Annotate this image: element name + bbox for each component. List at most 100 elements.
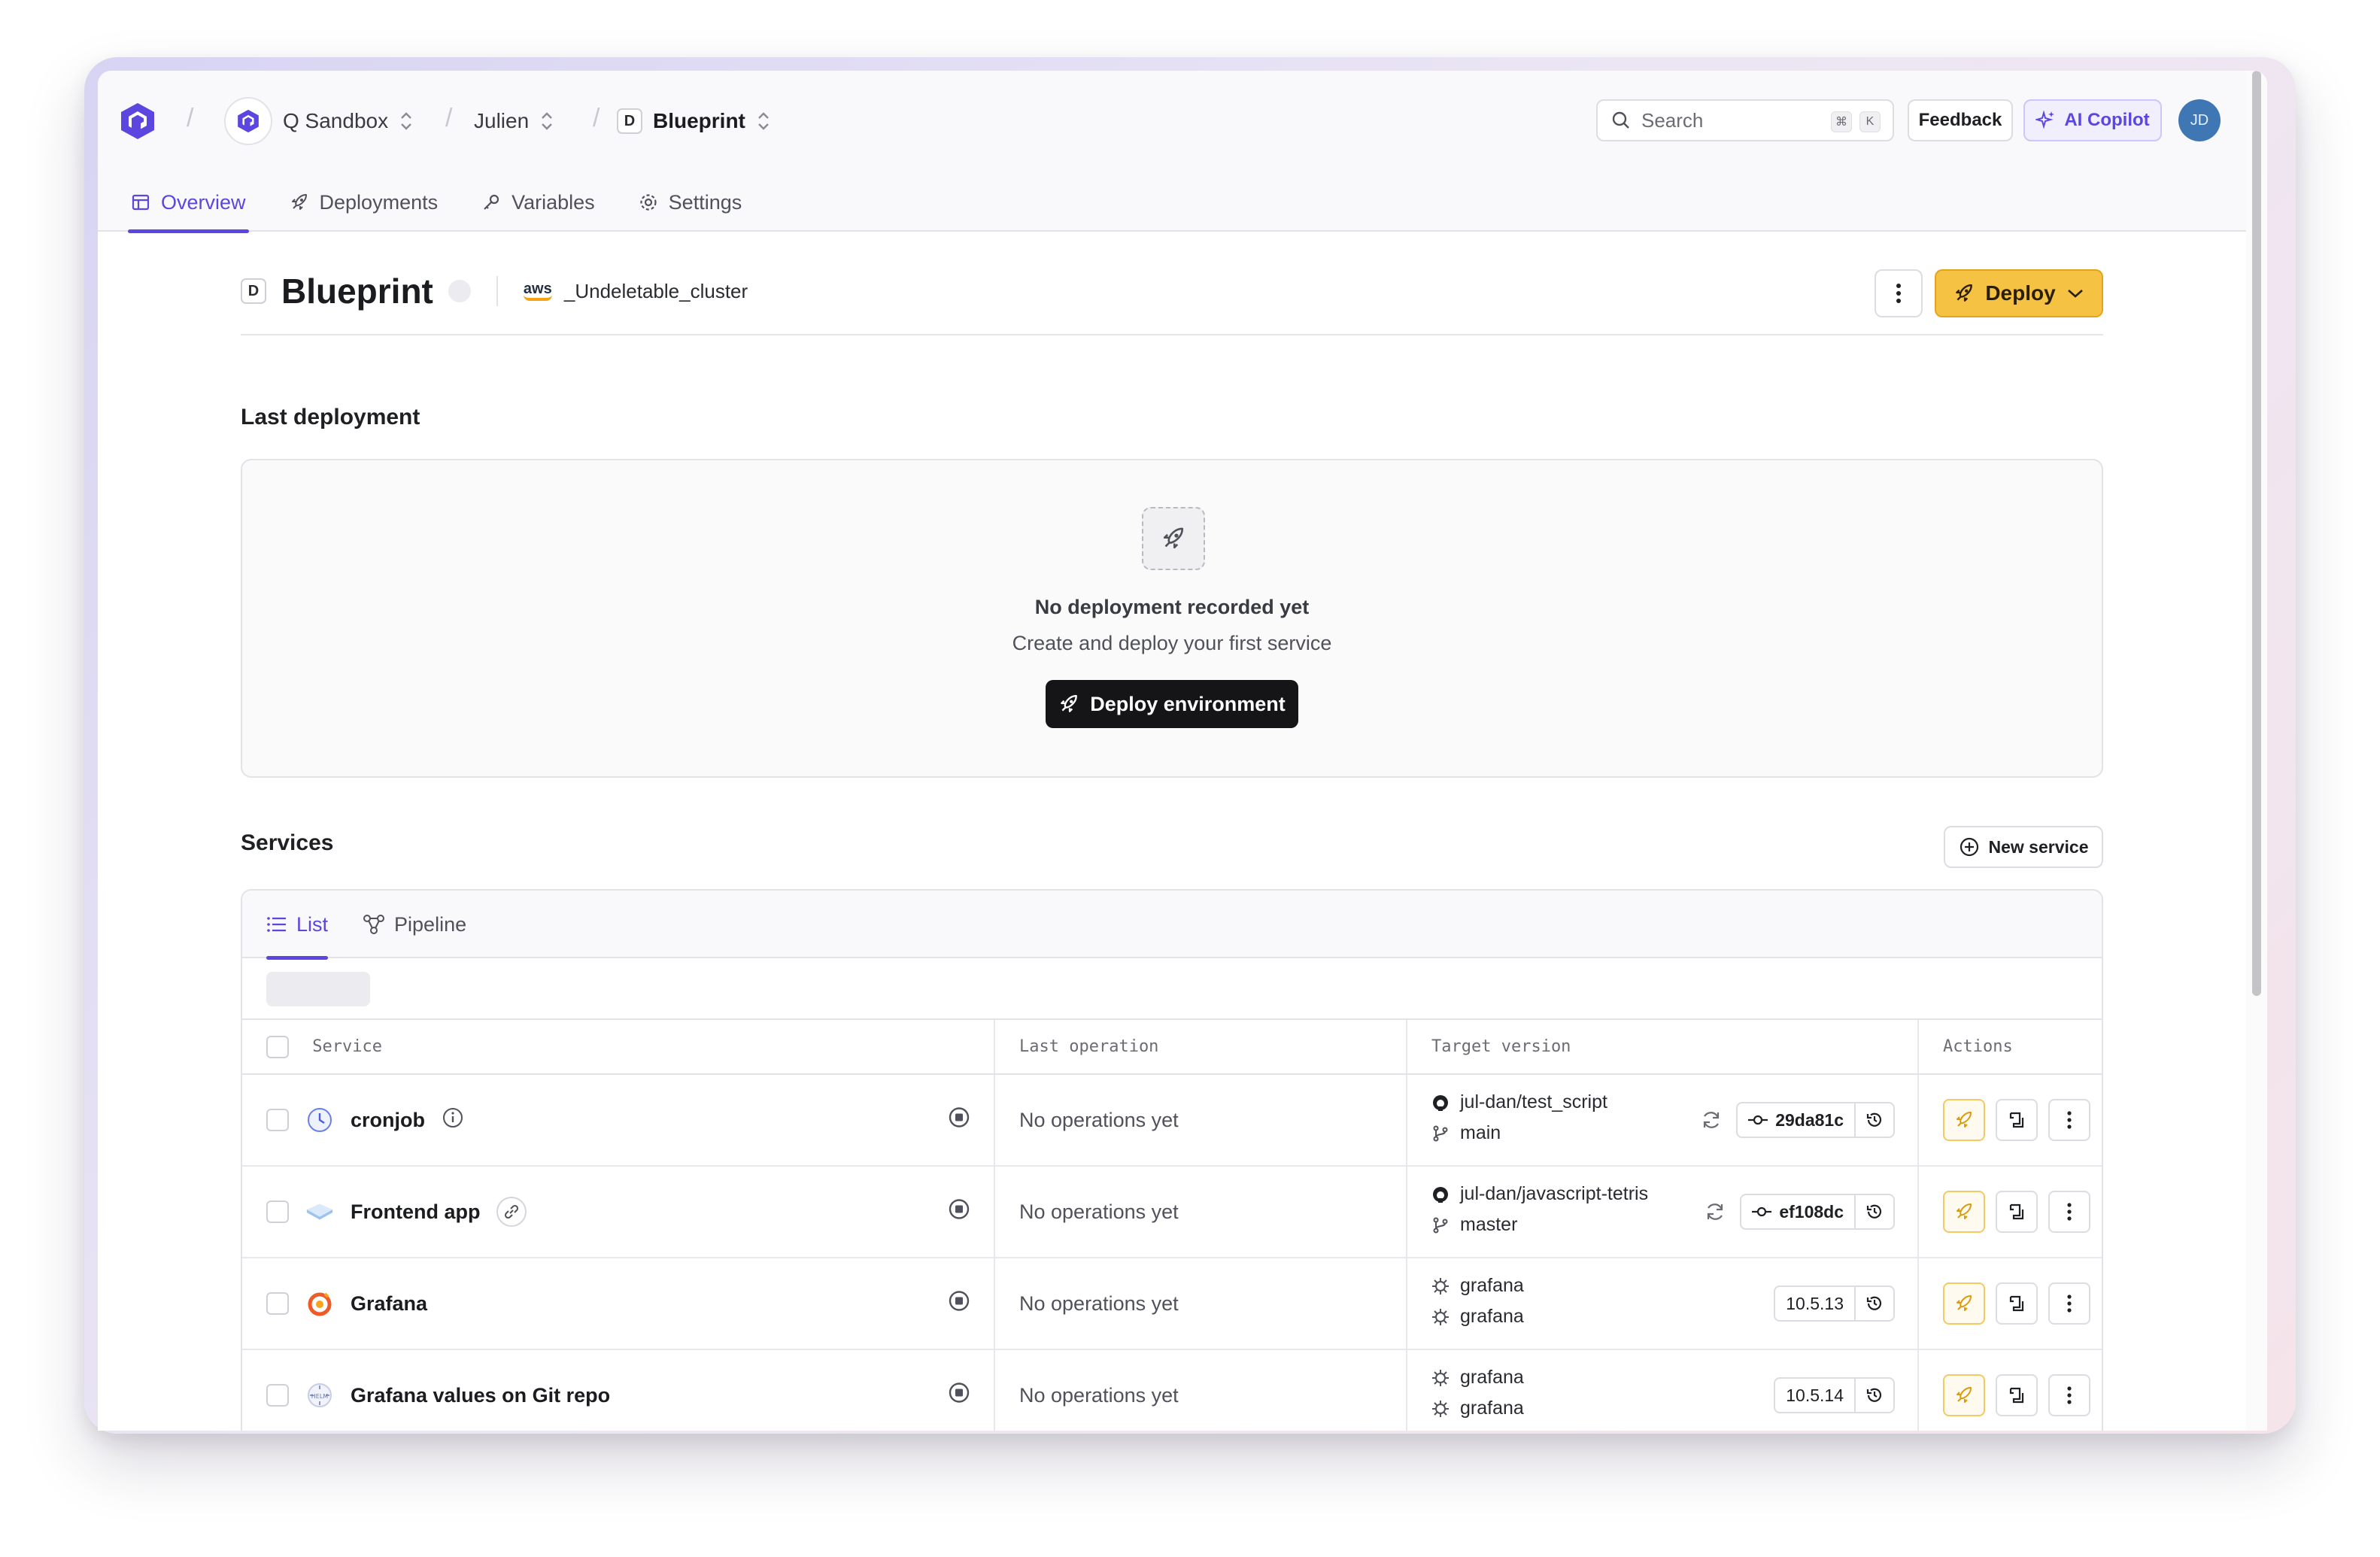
table-row[interactable]: HELM Grafana values on Git repo No opera… [242,1349,2102,1431]
filter-placeholder [266,972,370,1006]
cluster-name: _Undeletable_cluster [563,279,748,302]
version-selector[interactable]: 10.5.14 [1774,1377,1895,1413]
scrollbar-thumb[interactable] [2252,71,2261,996]
feedback-button[interactable]: Feedback [1908,99,2013,141]
search-input[interactable]: Search ⌘ K [1596,99,1894,141]
row-checkbox[interactable] [266,1109,289,1131]
app-window: / Q Sandbox / Julien / D Blueprint Searc… [98,71,2267,1431]
vertical-scrollbar[interactable] [2246,71,2267,1431]
view-logs-button[interactable] [1996,1099,2038,1141]
row-more-button[interactable] [2048,1191,2090,1233]
tab-label: Pipeline [394,912,467,936]
select-all-checkbox[interactable] [266,1035,289,1058]
grafana-icon [305,1289,334,1318]
breadcrumb-project[interactable]: Julien [474,102,554,140]
refresh-icon[interactable] [1704,1200,1726,1223]
last-operation-cell: No operations yet [994,1349,1407,1431]
version-selector[interactable]: 10.5.13 [1774,1285,1895,1322]
services-view-tabs: List Pipeline [242,891,2102,960]
logs-icon [2009,1295,2024,1312]
clock-icon [305,1106,334,1134]
deploy-service-button[interactable] [1943,1099,1985,1141]
table-row[interactable]: Grafana No operations yet grafana grafan… [242,1258,2102,1350]
service-name[interactable]: Grafana values on Git repo [351,1384,610,1407]
tab-label: Deployments [319,190,439,214]
deploy-label: Deploy [1985,281,2056,305]
refresh-icon[interactable] [1700,1109,1723,1131]
row-more-button[interactable] [2048,1282,2090,1325]
rocket-icon [1061,695,1078,712]
target-version-cell: jul-dan/javascript-tetris master ef108dc [1431,1167,1917,1257]
tab-list[interactable]: List [266,891,329,960]
row-checkbox[interactable] [266,1384,289,1407]
helm-icon [1432,1400,1449,1417]
tab-settings[interactable]: Settings [636,173,745,232]
user-avatar[interactable]: JD [2178,99,2221,141]
row-checkbox[interactable] [266,1200,289,1223]
key-icon [484,194,499,210]
breadcrumb-environment[interactable]: D Blueprint [617,102,771,140]
service-name[interactable]: Grafana [351,1292,427,1316]
tab-label: List [296,912,329,936]
shortcut-key: K [1859,111,1881,132]
deploy-service-button[interactable] [1943,1191,1985,1233]
tab-label: Settings [668,190,742,214]
empty-state-subtitle: Create and deploy your first service [1012,632,1332,654]
tab-pipeline[interactable]: Pipeline [363,891,466,958]
github-icon [1433,1186,1448,1203]
app-logo-icon[interactable] [117,101,158,141]
new-service-button[interactable]: New service [1944,826,2103,868]
page-title: Blueprint [281,272,433,311]
deploy-button[interactable]: Deploy [1935,269,2103,317]
view-logs-button[interactable] [1996,1282,2038,1325]
git-branch-icon [1433,1217,1448,1233]
services-title: Services [241,830,334,855]
deploy-service-button[interactable] [1943,1374,1985,1416]
link-icon[interactable] [496,1197,527,1227]
column-label: Service [312,1036,382,1056]
commit-hash: 29da81c [1775,1109,1844,1130]
plus-circle-icon [1960,837,1978,857]
tab-label: Overview [161,190,246,214]
deploy-environment-button[interactable]: Deploy environment [1046,680,1298,728]
version-selector[interactable]: 29da81c [1736,1102,1895,1138]
breadcrumb-separator: / [445,104,453,132]
commit-hash: ef108dc [1779,1201,1844,1222]
logs-icon [2009,1387,2024,1404]
last-deployment-empty-state: No deployment recorded yet Create and de… [241,459,2103,778]
list-icon [267,917,286,932]
more-options-button[interactable] [1875,269,1923,317]
service-name[interactable]: Frontend app [351,1200,480,1224]
more-vertical-icon [2067,1294,2072,1313]
logs-icon [2009,1203,2024,1220]
chart-repository: grafana [1460,1367,1524,1388]
rocket-icon [1957,1295,1972,1311]
view-logs-button[interactable] [1996,1191,2038,1233]
breadcrumb-organization[interactable]: Q Sandbox [224,97,414,145]
filter-bar [242,958,2102,1020]
tab-overview[interactable]: Overview [128,173,249,233]
column-actions: Actions [1917,1020,2102,1075]
history-icon [1866,1388,1882,1402]
target-version-cell: jul-dan/test_script main 29da81c [1431,1075,1917,1165]
more-vertical-icon [2067,1386,2072,1404]
view-logs-button[interactable] [1996,1374,2038,1416]
cluster-info[interactable]: aws _Undeletable_cluster [523,279,748,303]
table-row[interactable]: Frontend app No operations yet jul-dan/j… [242,1166,2102,1258]
row-checkbox[interactable] [266,1292,289,1315]
aws-logo-icon: aws [523,281,552,301]
svg-text:HELM: HELM [311,1393,329,1400]
row-more-button[interactable] [2048,1099,2090,1141]
version-selector[interactable]: ef108dc [1740,1194,1895,1230]
services-table: Service Last operation Target version Ac… [242,1020,2102,1431]
table-row[interactable]: cronjob No operations yet jul-dan/test_s… [242,1074,2102,1167]
tab-deployments[interactable]: Deployments [287,173,442,232]
service-name[interactable]: cronjob [351,1109,425,1132]
row-more-button[interactable] [2048,1374,2090,1416]
row-actions [1943,1191,2102,1233]
tab-variables[interactable]: Variables [478,173,598,232]
info-icon[interactable] [442,1106,464,1134]
ai-copilot-button[interactable]: AI Copilot [2023,99,2162,141]
deploy-service-button[interactable] [1943,1282,1985,1325]
rocket-icon [1957,1387,1972,1403]
